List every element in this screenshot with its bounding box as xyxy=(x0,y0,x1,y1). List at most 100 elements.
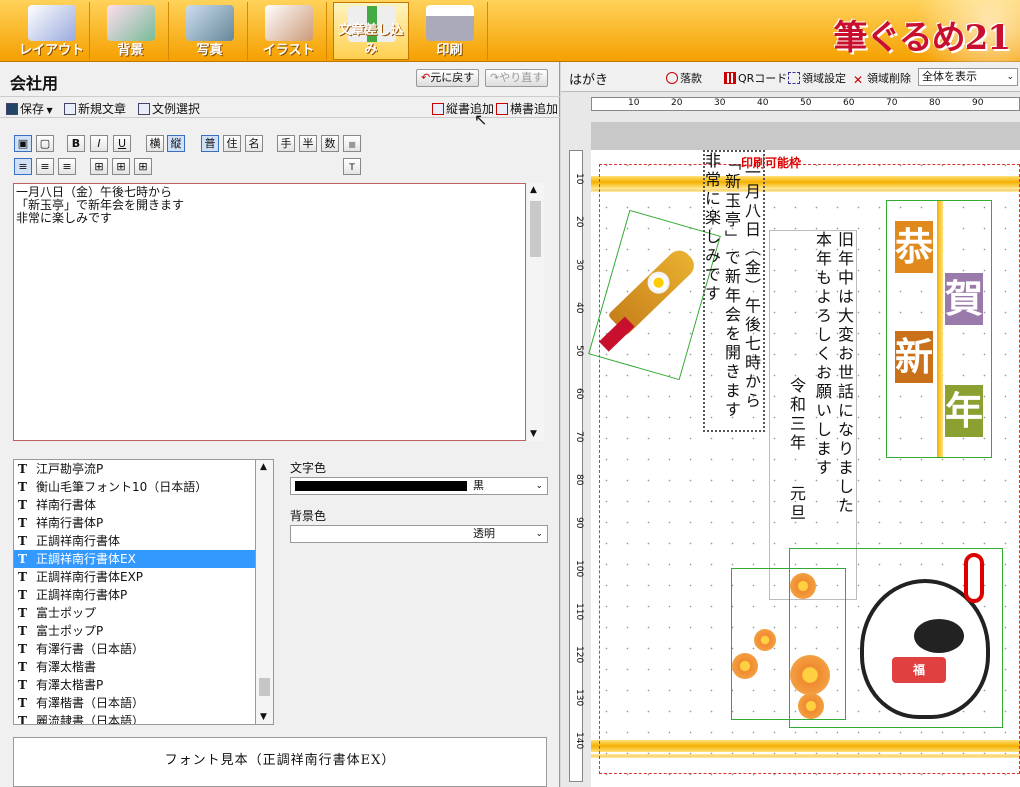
greeting-text-frame[interactable]: 旧年中は大変お世話になりました 本年もよろしくお願いします 令和三年 元旦 xyxy=(769,230,857,600)
truetype-font-icon: T xyxy=(18,570,27,584)
normal-button[interactable]: 普 xyxy=(201,135,219,152)
text-color-select[interactable]: 黒 ⌄ xyxy=(290,477,548,495)
background-icon xyxy=(107,5,155,41)
region-delete-button[interactable]: ✕ 領域削除 xyxy=(853,70,911,87)
halfwidth-button[interactable]: 半 xyxy=(299,135,317,152)
text-scrollbar[interactable]: ▲ ▼ xyxy=(526,183,544,441)
new-document-icon xyxy=(64,103,76,115)
align-top-button[interactable]: ≡ xyxy=(14,158,32,175)
spacing-button-3[interactable]: ⊞ xyxy=(134,158,152,175)
vertical-button[interactable]: 縦 xyxy=(167,135,185,152)
text-frame-button[interactable]: T xyxy=(343,158,361,175)
text-input[interactable]: 一月八日（金）午後七時から 「新玉亭」で新年会を開きます 非常に楽しみです xyxy=(13,183,526,441)
greeting-col-2: 本年もよろしくお願いします xyxy=(813,231,832,478)
address-button[interactable]: 住 xyxy=(223,135,241,152)
printer-icon xyxy=(426,5,474,41)
greeting-col-1: 旧年中は大変お世話になりました xyxy=(835,231,854,516)
spacing-button-1[interactable]: ⊞ xyxy=(90,158,108,175)
align-center-button[interactable]: ≡ xyxy=(36,158,54,175)
horizontal-ruler: 10 20 30 40 50 60 70 80 90 xyxy=(591,97,1020,111)
date-line-1: 令和三年 xyxy=(787,377,806,453)
undo-button[interactable]: ↶元に戻す xyxy=(416,69,480,87)
plum-blossom-icon xyxy=(732,653,758,679)
image-mode-button[interactable]: ▢ xyxy=(36,135,54,152)
scroll-up-icon[interactable]: ▲ xyxy=(260,462,267,472)
chevron-down-icon: ⌄ xyxy=(535,481,543,491)
redo-icon: ↷ xyxy=(490,71,500,84)
truetype-font-icon: T xyxy=(18,696,27,710)
truetype-font-icon: T xyxy=(18,660,27,674)
frame-mode-button[interactable]: ▣ xyxy=(14,135,32,152)
add-horizontal-button[interactable]: 横書追加 xyxy=(496,100,558,117)
stamp-button[interactable]: 落款 xyxy=(666,70,702,86)
redo-button[interactable]: ↷やり直す xyxy=(485,69,549,87)
text-insert-button[interactable]: 文章差し込み xyxy=(333,2,409,60)
bg-color-select[interactable]: 透明 ⌄ xyxy=(290,525,548,543)
truetype-font-icon: T xyxy=(18,480,27,494)
save-menu[interactable]: 保存 ▼ xyxy=(6,100,53,117)
italic-button[interactable]: I xyxy=(90,135,108,152)
ruler-tick-label: 10 xyxy=(574,173,584,185)
align-bottom-button[interactable]: ≡ xyxy=(58,158,76,175)
photo-button[interactable]: 写真 xyxy=(172,2,248,60)
kyoga-shinnen-frame[interactable]: 恭 賀 新 年 xyxy=(886,200,992,458)
horizontal-button[interactable]: 横 xyxy=(146,135,164,152)
truetype-font-icon: T xyxy=(18,642,27,656)
font-list-scrollbar[interactable]: ▲ ▼ xyxy=(256,459,274,725)
ox-charm-frame[interactable]: 福 xyxy=(789,548,1003,728)
spacing-button-2[interactable]: ⊞ xyxy=(112,158,130,175)
font-list-item[interactable]: T 祥南行書体 xyxy=(14,496,255,514)
number-button[interactable]: 数 xyxy=(321,135,339,152)
qr-icon xyxy=(724,72,736,84)
underline-button[interactable]: U xyxy=(113,135,131,152)
scroll-thumb[interactable] xyxy=(530,201,541,257)
font-list-item[interactable]: T 祥南行書体P xyxy=(14,514,255,532)
delete-region-icon: ✕ xyxy=(853,73,864,87)
illustration-button[interactable]: イラスト xyxy=(251,2,327,60)
font-list-item[interactable]: T 江戸勘亭流P xyxy=(14,460,255,478)
ruler-tick-label: 60 xyxy=(843,98,855,108)
postcard-canvas[interactable]: 印刷可能枠 一月八日（金）午後七時から 「新玉亭」で新年会を開きます 非常に楽し… xyxy=(588,150,1020,787)
font-list-item[interactable]: T 正調祥南行書体EXP xyxy=(14,568,255,586)
background-button[interactable]: 背景 xyxy=(93,2,169,60)
font-list-item[interactable]: T 有澤太楷書 xyxy=(14,658,255,676)
name-button[interactable]: 名 xyxy=(245,135,263,152)
font-list-item[interactable]: T 有澤楷書（日本語） xyxy=(14,694,255,712)
new-text-button[interactable]: 新規文章 xyxy=(64,100,126,117)
view-select[interactable]: 全体を表示 ⌄ xyxy=(918,68,1018,86)
qr-button[interactable]: QRコード xyxy=(724,70,787,86)
font-list[interactable]: T 江戸勘亭流P T 衡山毛筆フォント10（日本語） T 祥南行書体 T 祥南行書体P T 正調祥… xyxy=(13,459,256,725)
font-list-item[interactable]: T 有澤行書（日本語） xyxy=(14,640,255,658)
truetype-font-icon: T xyxy=(18,588,27,602)
region-setting-button[interactable]: 領域設定 xyxy=(788,70,846,86)
ruler-tick-label: 40 xyxy=(574,302,584,314)
tate-chu-yoko-button[interactable]: ■ xyxy=(343,135,361,152)
font-list-item[interactable]: T 麗流隷書（日本語） xyxy=(14,712,255,725)
scroll-up-icon[interactable]: ▲ xyxy=(530,185,537,195)
truetype-font-icon: T xyxy=(18,606,27,620)
print-button[interactable]: 印刷 xyxy=(412,2,488,60)
scroll-thumb[interactable] xyxy=(259,678,270,696)
font-list-item[interactable]: T 有澤太楷書P xyxy=(14,676,255,694)
app-logo: 筆ぐるめ21 xyxy=(833,18,1011,58)
select-example-button[interactable]: 文例選択 xyxy=(138,100,200,117)
font-list-item[interactable]: T 正調祥南行書体 xyxy=(14,532,255,550)
handwriting-button[interactable]: 手 xyxy=(277,135,295,152)
scroll-down-icon[interactable]: ▼ xyxy=(260,712,267,722)
bold-button[interactable]: B xyxy=(67,135,85,152)
layout-button[interactable]: レイアウト xyxy=(14,2,90,60)
align-center-icon: ≡ xyxy=(40,160,50,173)
inserted-text-frame[interactable]: 一月八日（金）午後七時から 「新玉亭」で新年会を開きます 非常に楽しみです xyxy=(702,150,765,432)
font-list-item[interactable]: T 正調祥南行書体EX xyxy=(14,550,255,568)
truetype-font-icon: T xyxy=(18,714,27,725)
font-list-item[interactable]: T 富士ポップ xyxy=(14,604,255,622)
scroll-down-icon[interactable]: ▼ xyxy=(530,429,537,439)
font-list-item[interactable]: T 正調祥南行書体P xyxy=(14,586,255,604)
ruler-tick-label: 70 xyxy=(574,431,584,443)
ruler-tick-label: 110 xyxy=(574,603,584,621)
ruler-tick-label: 60 xyxy=(574,388,584,400)
text-color-label: 文字色 xyxy=(290,461,327,475)
font-list-item[interactable]: T 富士ポップP xyxy=(14,622,255,640)
font-list-item[interactable]: T 衡山毛筆フォント10（日本語） xyxy=(14,478,255,496)
spacing-icon: ⊞ xyxy=(116,160,126,173)
